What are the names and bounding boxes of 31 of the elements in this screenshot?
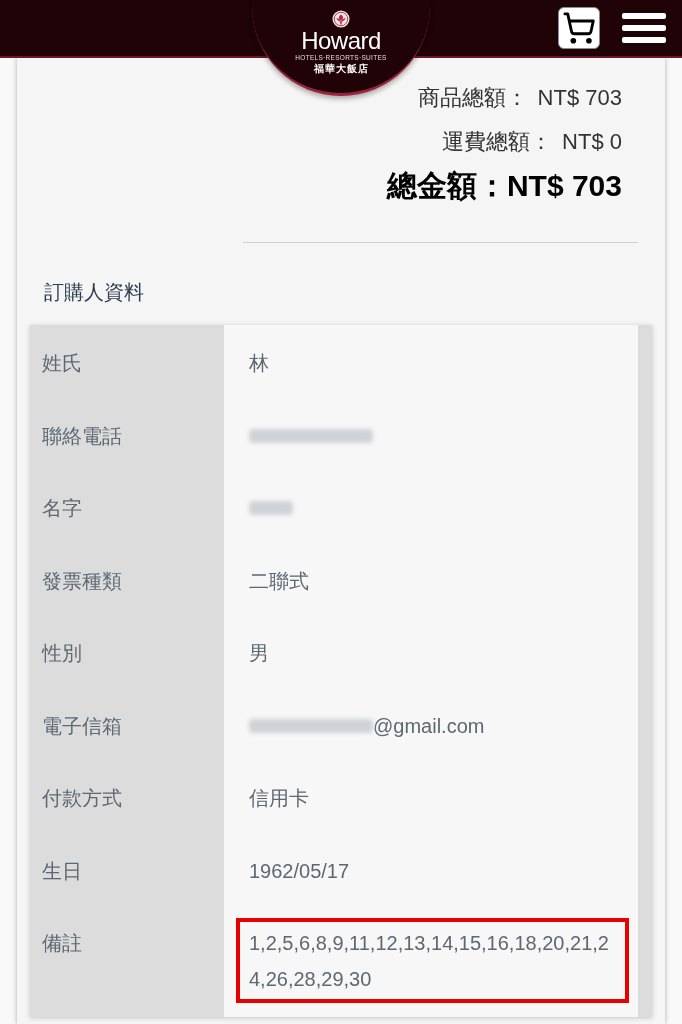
brand-chinese-name: 福華大飯店 <box>313 62 369 75</box>
field-value: 男 <box>249 641 269 666</box>
total-amount: NT$ 703 <box>506 167 622 204</box>
blurred-text <box>249 501 293 515</box>
field-value: 1,2,5,6,8,9,11,12,13,14,15,16,18,20,21,24,26,28,29,30 <box>249 932 609 990</box>
field-label: 姓氏 <box>42 352 82 374</box>
field-label: 聯絡電話 <box>42 424 122 447</box>
summary-label: 運費總額： <box>442 127 553 156</box>
field-value: @gmail.com <box>373 713 485 739</box>
field-value: 信用卡 <box>249 786 309 811</box>
field-label: 備註 <box>42 932 82 954</box>
field-label: 付款方式 <box>42 787 122 809</box>
section-title: 訂購人資料 <box>44 281 144 303</box>
flower-emblem-icon <box>332 10 350 28</box>
summary-label: 商品總額： <box>417 83 528 112</box>
field-value: 林 <box>249 351 269 376</box>
summary-amount: NT$ 703 <box>537 83 622 112</box>
field-label: 生日 <box>42 859 82 882</box>
menu-icon <box>622 13 666 43</box>
total-label: 總金額： <box>386 167 507 204</box>
field-value: 二聯式 <box>249 568 309 594</box>
field-label: 發票種類 <box>42 569 122 592</box>
field-label: 名字 <box>42 497 82 519</box>
summary-amount: NT$ 0 <box>562 127 622 156</box>
field-label: 電子信箱 <box>42 714 122 737</box>
field-value: 1962/05/17 <box>249 858 350 884</box>
cart-button[interactable] <box>558 7 600 49</box>
menu-button[interactable] <box>622 13 666 43</box>
brand-name: Howard <box>301 28 381 54</box>
field-label: 性別 <box>42 642 82 664</box>
cart-icon <box>562 11 596 45</box>
